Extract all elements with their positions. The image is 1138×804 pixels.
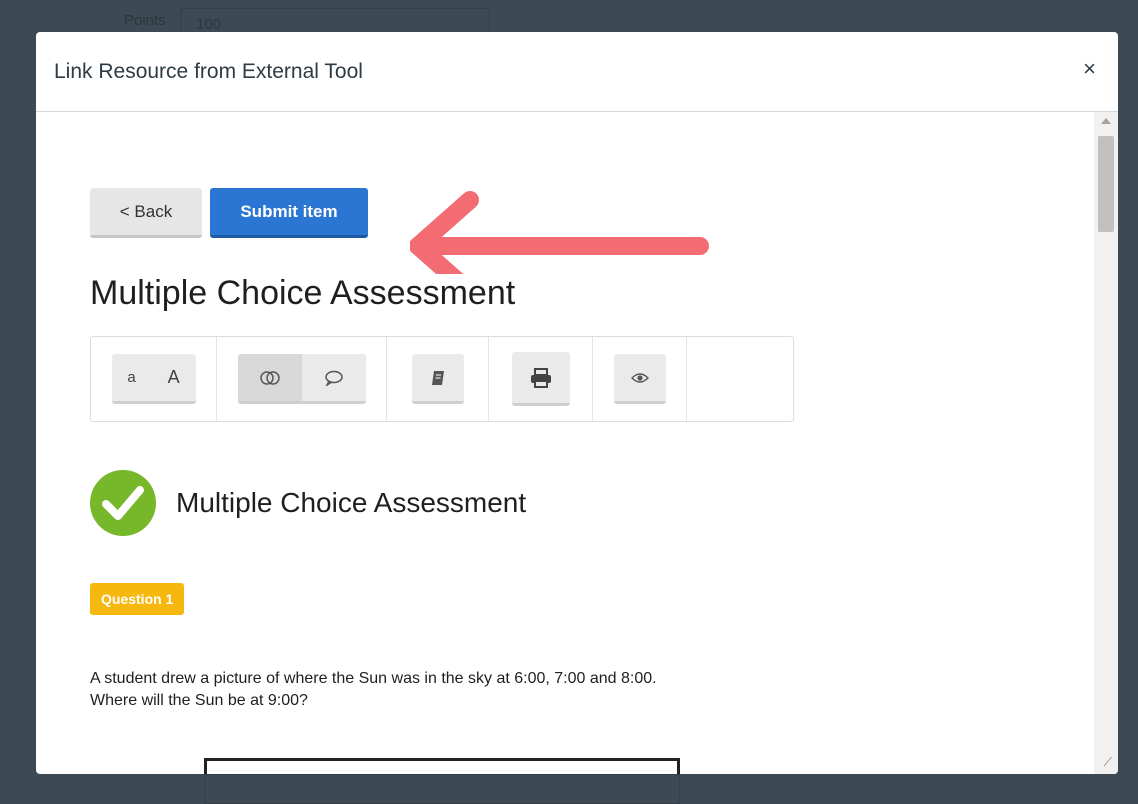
question-image-frame: [204, 758, 680, 774]
view-mode-group: [217, 337, 387, 421]
page-heading: Multiple Choice Assessment: [90, 274, 516, 312]
points-label: Points: [124, 12, 166, 29]
dialog-scrollbar[interactable]: [1094, 112, 1118, 774]
notebook-group: [387, 337, 489, 421]
eye-icon[interactable]: [613, 354, 666, 404]
font-large-label: A: [167, 367, 180, 387]
question-line-1: A student drew a picture of where the Su…: [90, 670, 657, 687]
back-button[interactable]: < Back: [90, 188, 202, 238]
preview-group: [593, 337, 687, 421]
view-mode-toggle: [237, 354, 366, 404]
close-icon[interactable]: ×: [1083, 58, 1096, 80]
print-icon[interactable]: [511, 352, 570, 406]
external-tool-dialog: Link Resource from External Tool × < Bac…: [36, 32, 1118, 774]
assessment-title: Multiple Choice Assessment: [176, 487, 527, 518]
resize-grip-icon[interactable]: ⟋: [1104, 755, 1112, 770]
notebook-icon[interactable]: [411, 354, 464, 404]
points-field: [180, 8, 490, 34]
assessment-title-row: Multiple Choice Assessment: [90, 470, 526, 536]
scroll-up-arrow-icon[interactable]: [1101, 118, 1111, 124]
dialog-title: Link Resource from External Tool: [54, 59, 363, 83]
action-buttons: < Back Submit item: [90, 188, 368, 238]
print-group: [489, 337, 593, 421]
question-line-2: Where will the Sun be at 9:00?: [90, 692, 308, 709]
contrast-icon[interactable]: [237, 354, 302, 401]
red-arrow-annotation: [410, 191, 709, 274]
scroll-thumb[interactable]: [1098, 136, 1114, 232]
font-small-label: a: [127, 369, 136, 386]
assign-to-field: [204, 774, 680, 804]
text-size-button[interactable]: a A: [111, 354, 196, 404]
accessibility-toolbar: a A: [90, 336, 794, 422]
submit-item-button[interactable]: Submit item: [210, 188, 368, 238]
question-badge: Question 1: [90, 583, 185, 615]
text-size-group: a A: [91, 337, 217, 421]
dialog-header: Link Resource from External Tool ×: [36, 32, 1118, 112]
dialog-body: < Back Submit item Multiple Choice Asses…: [36, 112, 1118, 774]
checkmark-icon: [90, 470, 156, 536]
question-text: A student drew a picture of where the Su…: [90, 668, 810, 712]
speech-bubble-icon[interactable]: [301, 354, 366, 401]
